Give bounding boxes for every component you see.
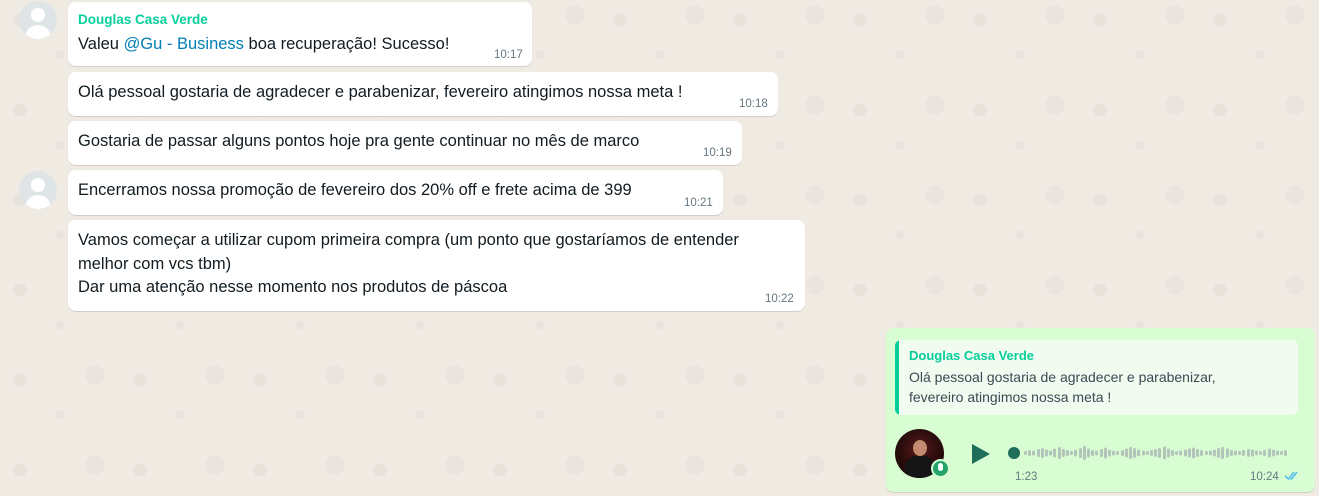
- waveform-bar: [1078, 448, 1082, 458]
- message-time: 10:17: [494, 49, 523, 61]
- message-text: Valeu @Gu - Business boa recuperação! Su…: [78, 33, 449, 55]
- message-text: Olá pessoal gostaria de agradecer e para…: [78, 83, 683, 101]
- waveform-bar: [1271, 449, 1275, 457]
- waveform-bar: [1057, 447, 1061, 459]
- sender-name[interactable]: Douglas Casa Verde: [78, 11, 208, 29]
- waveform-bar: [1099, 449, 1103, 457]
- message-time: 10:18: [739, 98, 768, 110]
- waveform-bar: [1036, 449, 1040, 457]
- waveform-bar: [1150, 450, 1153, 456]
- waveform-bar: [1108, 449, 1111, 457]
- incoming-message[interactable]: Gostaria de passar alguns pontos hoje pr…: [68, 121, 742, 165]
- audio-waveform[interactable]: [1024, 442, 1288, 464]
- waveform-bar: [1250, 449, 1254, 457]
- waveform-bar: [1158, 448, 1162, 458]
- waveform-bar: [1234, 450, 1237, 456]
- waveform-bar: [1229, 450, 1233, 456]
- quote-sender: Douglas Casa Verde: [909, 348, 1034, 363]
- waveform-bar: [1061, 449, 1065, 457]
- message-text-part: boa recuperação! Sucesso!: [243, 35, 450, 53]
- message-time: 10:24: [1250, 471, 1279, 483]
- waveform-bar: [1187, 448, 1191, 458]
- mention-link[interactable]: @Gu - Business: [124, 35, 244, 53]
- waveform-bar: [1028, 450, 1032, 456]
- waveform-bar: [1024, 451, 1027, 455]
- waveform-bar: [1179, 450, 1183, 456]
- waveform-bar: [1238, 451, 1242, 455]
- waveform-bar: [1133, 448, 1137, 458]
- waveform-bar: [1276, 450, 1279, 456]
- waveform-bar: [1255, 450, 1258, 456]
- waveform-bar: [1066, 450, 1069, 456]
- message-line: melhor com vcs tbm): [78, 255, 232, 273]
- waveform-bar: [1040, 448, 1044, 458]
- incoming-message[interactable]: Douglas Casa Verde Valeu @Gu - Business …: [68, 2, 532, 66]
- play-icon[interactable]: [972, 444, 990, 464]
- microphone-icon: [931, 459, 950, 478]
- waveform-bar: [1087, 448, 1090, 458]
- message-text: Encerramos nossa promoção de fevereiro d…: [78, 181, 632, 199]
- waveform-bar: [1091, 450, 1095, 456]
- waveform-bar: [1208, 450, 1212, 456]
- message-time: 10:19: [703, 147, 732, 159]
- waveform-bar: [1263, 450, 1267, 456]
- waveform-bar: [1095, 450, 1099, 456]
- message-time: 10:22: [765, 293, 794, 305]
- waveform-bar: [1137, 449, 1141, 457]
- waveform-bar: [1166, 448, 1170, 458]
- waveform-bar: [1032, 450, 1036, 456]
- waveform-bar: [1049, 450, 1053, 456]
- waveform-bar: [1225, 448, 1229, 458]
- waveform-bar: [1242, 450, 1246, 456]
- waveform-bar: [1221, 447, 1225, 459]
- waveform-bar: [1200, 450, 1204, 456]
- waveform-bar: [1259, 451, 1263, 455]
- message-text: Gostaria de passar alguns pontos hoje pr…: [78, 132, 640, 150]
- waveform-bar: [1145, 451, 1149, 455]
- message-time: 10:21: [684, 197, 713, 209]
- waveform-bar: [1204, 451, 1208, 455]
- waveform-bar: [1154, 449, 1158, 457]
- playback-scrubber[interactable]: [1008, 447, 1020, 459]
- waveform-bar: [1070, 451, 1074, 455]
- message-text-part: Valeu: [78, 35, 124, 53]
- waveform-bar: [1246, 449, 1250, 457]
- waveform-bar: [1116, 451, 1120, 455]
- waveform-bar: [1053, 448, 1057, 458]
- voice-duration: 1:23: [1015, 471, 1038, 483]
- contact-avatar[interactable]: [19, 1, 57, 39]
- waveform-bar: [1074, 449, 1078, 457]
- incoming-message[interactable]: Encerramos nossa promoção de fevereiro d…: [68, 170, 723, 215]
- quote-text: Olá pessoal gostaria de agradecer e para…: [909, 369, 1216, 405]
- waveform-bar: [1171, 450, 1174, 456]
- waveform-bar: [1213, 449, 1216, 457]
- incoming-message[interactable]: Olá pessoal gostaria de agradecer e para…: [68, 72, 778, 116]
- waveform-bar: [1082, 446, 1086, 460]
- waveform-bar: [1217, 448, 1221, 458]
- waveform-bar: [1196, 449, 1200, 457]
- waveform-bar: [1192, 447, 1195, 459]
- waveform-bar: [1267, 448, 1271, 458]
- waveform-bar: [1045, 449, 1048, 457]
- quoted-message[interactable]: Douglas Casa Verde Olá pessoal gostaria …: [895, 340, 1298, 415]
- message-line: Dar uma atenção nesse momento nos produt…: [78, 278, 508, 296]
- waveform-bar: [1175, 451, 1179, 455]
- double-check-icon: [1284, 471, 1298, 481]
- waveform-bar: [1162, 446, 1166, 460]
- waveform-bar: [1141, 450, 1145, 456]
- waveform-bar: [1284, 450, 1288, 456]
- waveform-bar: [1280, 451, 1284, 455]
- message-line: Vamos começar a utilizar cupom primeira …: [78, 231, 739, 249]
- waveform-bar: [1129, 447, 1132, 459]
- quote-bar: [895, 340, 899, 415]
- contact-avatar[interactable]: [19, 171, 57, 209]
- waveform-bar: [1120, 450, 1124, 456]
- outgoing-message[interactable]: Douglas Casa Verde Olá pessoal gostaria …: [886, 328, 1315, 492]
- incoming-message[interactable]: Vamos começar a utilizar cupom primeira …: [68, 220, 805, 311]
- waveform-bar: [1112, 450, 1116, 456]
- waveform-bar: [1183, 449, 1187, 457]
- waveform-bar: [1124, 448, 1128, 458]
- waveform-bar: [1103, 447, 1107, 459]
